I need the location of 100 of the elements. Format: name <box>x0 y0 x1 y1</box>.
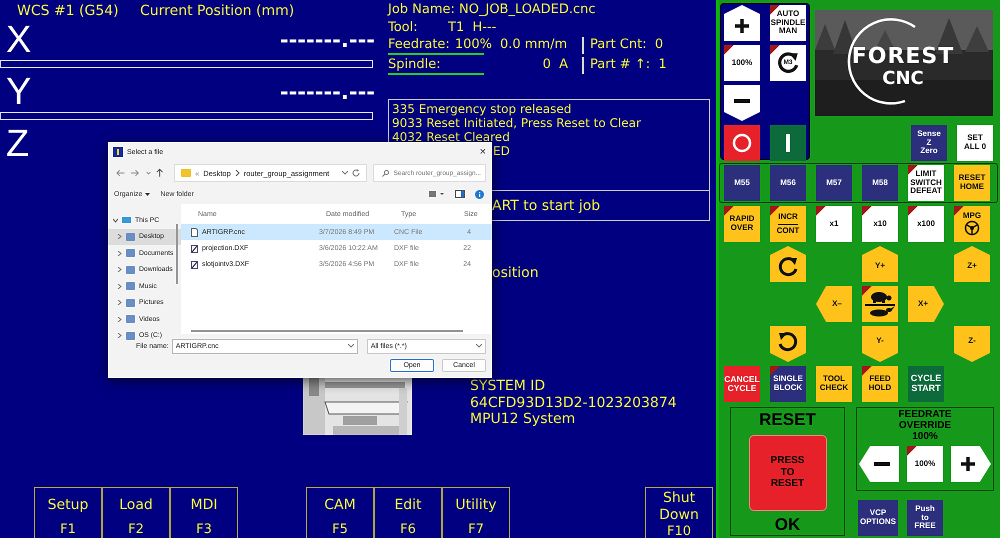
panel-button[interactable]: RESET HOME <box>954 165 990 201</box>
function-key[interactable]: Edit F6 <box>374 487 442 538</box>
panel-button[interactable] <box>770 246 806 282</box>
logo-text: CNC <box>882 68 924 90</box>
tool-label: Tool: <box>388 20 419 37</box>
panel-button[interactable]: x100 <box>908 206 944 242</box>
axis-value: -------.--- <box>280 28 375 52</box>
function-key[interactable]: CAM F5 <box>306 487 374 538</box>
panel-button[interactable]: LIMIT SWITCH DEFEAT <box>908 165 944 201</box>
chevron-right-icon <box>234 170 240 176</box>
panel-button[interactable]: MPG <box>954 206 990 242</box>
panel-button[interactable]: Y- <box>862 326 898 362</box>
job-name: Job Name: NO_JOB_LOADED.cnc <box>388 2 596 17</box>
position-title: Current Position (mm) <box>140 3 294 19</box>
panel-button[interactable]: AUTO SPINDLE MAN <box>770 5 806 41</box>
panel-button[interactable]: TOOL CHECK <box>816 366 852 402</box>
panel-button[interactable]: Push to FREE <box>907 500 943 536</box>
panel-button[interactable] <box>724 5 760 41</box>
view-menu-icon[interactable] <box>429 190 445 198</box>
rotate-clockwise-icon <box>775 50 801 76</box>
part-number: Part # ↑: 1 <box>582 57 667 74</box>
panel-button[interactable]: FEED HOLD <box>862 366 898 402</box>
chevron-right-icon <box>117 300 122 306</box>
chevron-down-icon <box>342 171 348 175</box>
panel-button[interactable]: M58 <box>862 165 898 201</box>
panel-button[interactable] <box>862 286 898 322</box>
tool-value: T1 H--- <box>448 20 496 37</box>
reset-status: OK <box>774 515 800 535</box>
message-line: 4032 Reset Cleared <box>392 130 510 144</box>
axis-value: -------.--- <box>280 80 375 104</box>
document-icon <box>191 228 198 236</box>
panel-button[interactable]: X+ <box>908 286 944 322</box>
app-icon <box>113 147 123 157</box>
panel-button[interactable] <box>770 326 806 362</box>
panel-button[interactable]: X– <box>816 286 852 322</box>
panel-button[interactable] <box>951 446 991 482</box>
wcs-label: WCS #1 (G54) <box>17 3 120 19</box>
system-info-line: SYSTEM ID <box>470 378 546 394</box>
panel-button[interactable]: Z+ <box>954 246 990 282</box>
panel-button[interactable]: 100% <box>907 446 943 482</box>
feedrate-override-title: FEEDRATE OVERRIDE <box>898 409 952 431</box>
reset-button[interactable]: PRESS TO RESET <box>748 434 826 510</box>
logo-text: FOREST <box>852 46 954 68</box>
function-key[interactable]: MDI F3 <box>170 487 238 538</box>
chevron-down-icon <box>113 218 118 223</box>
minus-icon <box>874 461 890 467</box>
chevron-right-icon <box>117 267 122 272</box>
panel-button[interactable]: x10 <box>862 206 898 242</box>
drawing-file-icon <box>191 244 198 252</box>
axis-label: X <box>5 22 32 58</box>
steering-wheel-icon <box>964 220 980 236</box>
panel-button[interactable]: M56 <box>770 165 806 201</box>
status-text: ART to start job <box>492 198 600 214</box>
panel-button[interactable] <box>859 446 899 482</box>
prompt-text: osition <box>492 265 539 281</box>
axis-label: Z <box>5 126 30 162</box>
panel-button[interactable]: 100% <box>724 45 760 81</box>
system-info-line: MPU12 System <box>470 411 576 428</box>
panel-button[interactable]: SET ALL 0 <box>957 125 993 161</box>
panel-button[interactable]: Y+ <box>862 246 898 282</box>
chevron-right-icon <box>117 284 122 289</box>
function-key[interactable]: Shut Down F10 <box>645 487 713 538</box>
chevron-right-icon <box>117 250 122 256</box>
axis-label: Y <box>5 74 32 110</box>
plus-icon <box>960 456 976 472</box>
plus-icon <box>734 18 750 34</box>
panel-button[interactable]: RAPID OVER <box>724 206 760 242</box>
panel-button[interactable]: SINGLE BLOCK <box>770 366 806 402</box>
panel-button[interactable]: VCP OPTIONS <box>858 500 898 536</box>
circle-icon <box>732 133 752 153</box>
panel-button[interactable] <box>770 125 806 161</box>
rotate-clockwise-icon <box>776 254 800 278</box>
panel-button[interactable]: M55 <box>724 165 760 201</box>
panel-button[interactable]: Z- <box>954 326 990 362</box>
chevron-down-icon <box>348 344 354 348</box>
panel-button[interactable]: Sense Z Zero <box>911 125 947 161</box>
caret-icon <box>145 192 150 196</box>
search-icon <box>382 170 389 176</box>
message-line: 9033 Reset Initiated, Press Reset to Clear <box>392 116 641 130</box>
function-key[interactable]: Load F2 <box>102 487 170 538</box>
minus-icon <box>734 98 750 104</box>
monitor-icon <box>122 216 131 224</box>
feedrate-label: Feedrate: <box>388 37 450 52</box>
rotate-counterclockwise-icon <box>776 330 800 354</box>
panel-button[interactable]: CYCLE START <box>908 366 944 402</box>
folder-icon <box>181 169 192 177</box>
preview-pane-icon[interactable] <box>455 190 465 198</box>
help-icon[interactable] <box>475 190 484 198</box>
panel-button[interactable]: CANCEL CYCLE <box>724 366 760 402</box>
turtle-and-rabbit-icon <box>864 289 896 319</box>
function-key[interactable]: Utility F7 <box>442 487 510 538</box>
close-button[interactable]: × <box>478 146 488 158</box>
feedrate-override-value: 100% <box>912 431 938 442</box>
panel-button[interactable]: M57 <box>816 165 852 201</box>
part-count: Part Cnt: 0 <box>582 37 664 54</box>
panel-button[interactable]: x1 <box>816 206 852 242</box>
panel-button[interactable]: INCR CONT <box>770 206 806 242</box>
panel-button[interactable] <box>724 85 760 121</box>
chevron-right-icon <box>117 316 122 322</box>
function-key[interactable]: Setup F1 <box>34 487 102 538</box>
